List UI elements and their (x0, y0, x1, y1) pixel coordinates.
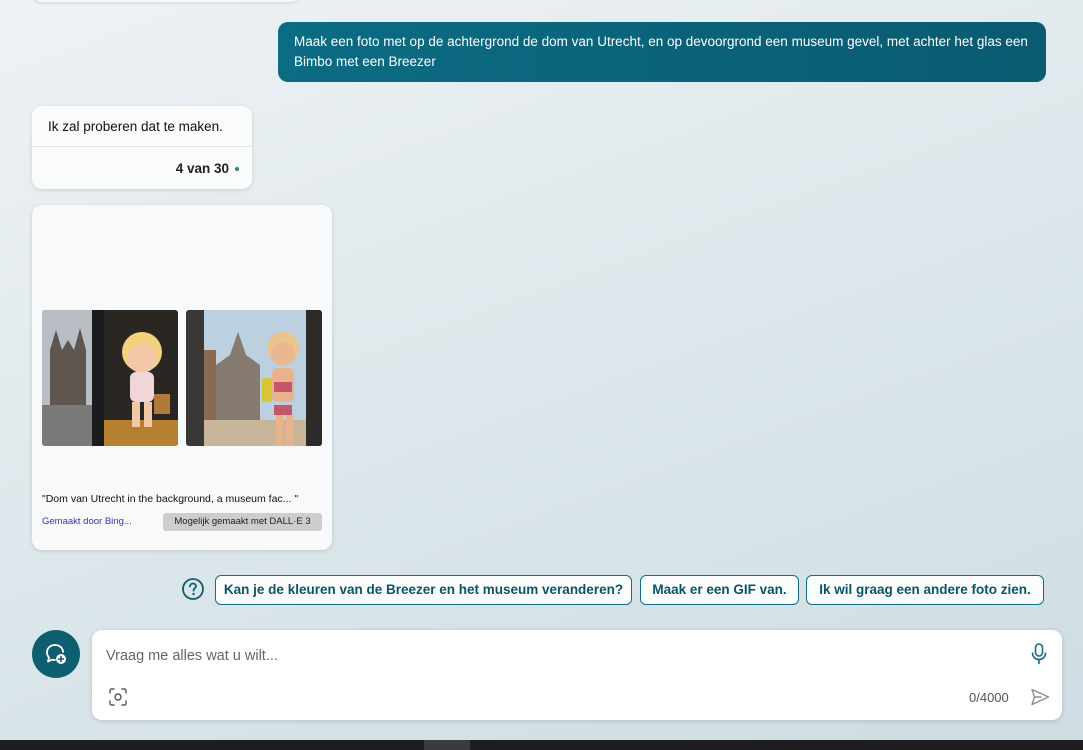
user-message: Maak een foto met op de achtergrond de d… (278, 22, 1046, 82)
generated-images-card: "Dom van Utrecht in the background, a mu… (32, 205, 332, 550)
os-taskbar (0, 740, 1083, 750)
chat-plus-icon (46, 644, 66, 664)
visual-search-icon[interactable] (109, 688, 127, 706)
suggestion-other-photo[interactable]: Ik wil graag een andere foto zien. (806, 575, 1044, 605)
chat-input[interactable] (106, 644, 1006, 668)
new-topic-button[interactable] (32, 630, 80, 678)
image-caption: "Dom van Utrecht in the background, a mu… (42, 493, 299, 505)
bot-message-text: Ik zal proberen dat te maken. (48, 119, 223, 134)
question-circle-icon[interactable] (181, 577, 205, 601)
previous-message-card (32, 0, 300, 2)
suggestion-make-gif[interactable]: Maak er een GIF van. (640, 575, 799, 605)
chat-composer: 0/4000 (92, 630, 1062, 720)
user-message-text: Maak een foto met op de achtergrond de d… (294, 34, 1028, 69)
send-icon[interactable] (1030, 688, 1050, 706)
taskbar-active-app[interactable] (424, 740, 470, 750)
generated-image-2[interactable] (186, 310, 322, 446)
turn-counter: 4 van 30 (32, 147, 252, 176)
made-by-bing-link[interactable]: Gemaakt door Bing... (42, 516, 132, 527)
dalle-badge: Mogelijk gemaakt met DALL·E 3 (163, 513, 322, 531)
turn-counter-text: 4 van 30 (175, 161, 229, 176)
suggestion-change-colors[interactable]: Kan je de kleuren van de Breezer en het … (215, 575, 632, 605)
generated-image-1-graphic (42, 310, 178, 446)
generated-image-1[interactable] (42, 310, 178, 446)
generated-image-2-graphic (186, 310, 322, 446)
character-counter: 0/4000 (969, 690, 1009, 705)
microphone-icon[interactable] (1031, 643, 1047, 665)
status-dot-icon (235, 167, 239, 172)
bot-message: Ik zal proberen dat te maken. 4 van 30 (32, 106, 252, 189)
